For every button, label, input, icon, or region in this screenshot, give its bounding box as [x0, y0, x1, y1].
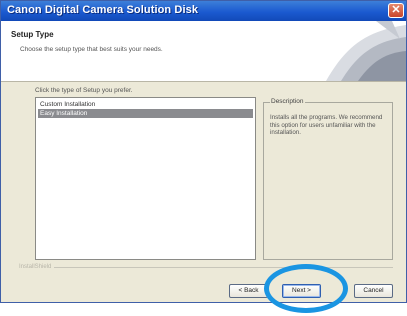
description-legend: Description [270, 98, 305, 105]
footer-divider [47, 267, 393, 268]
page-subtitle: Choose the setup type that best suits yo… [20, 46, 163, 53]
setup-type-list[interactable]: Custom Installation Easy Installation [35, 97, 256, 260]
wizard-header: Setup Type Choose the setup type that be… [1, 21, 406, 82]
setup-prompt: Click the type of Setup you prefer. [35, 87, 133, 94]
installer-window: Canon Digital Camera Solution Disk ✕ Set… [0, 0, 407, 303]
cancel-button[interactable]: Cancel [354, 284, 393, 298]
list-item-easy-installation[interactable]: Easy Installation [38, 109, 253, 118]
window-title: Canon Digital Camera Solution Disk [7, 4, 199, 16]
close-icon[interactable]: ✕ [388, 3, 404, 18]
installshield-label: InstallShield [19, 264, 55, 270]
installer-logo [326, 21, 406, 81]
page-title: Setup Type [11, 30, 54, 39]
title-bar[interactable]: Canon Digital Camera Solution Disk ✕ [1, 1, 406, 21]
next-button-highlight-circle [264, 264, 348, 313]
list-item-custom-installation[interactable]: Custom Installation [38, 100, 253, 109]
description-text: Installs all the programs. We recommend … [270, 114, 383, 136]
description-group: Description Installs all the programs. W… [263, 98, 393, 260]
back-button[interactable]: < Back [229, 284, 268, 298]
